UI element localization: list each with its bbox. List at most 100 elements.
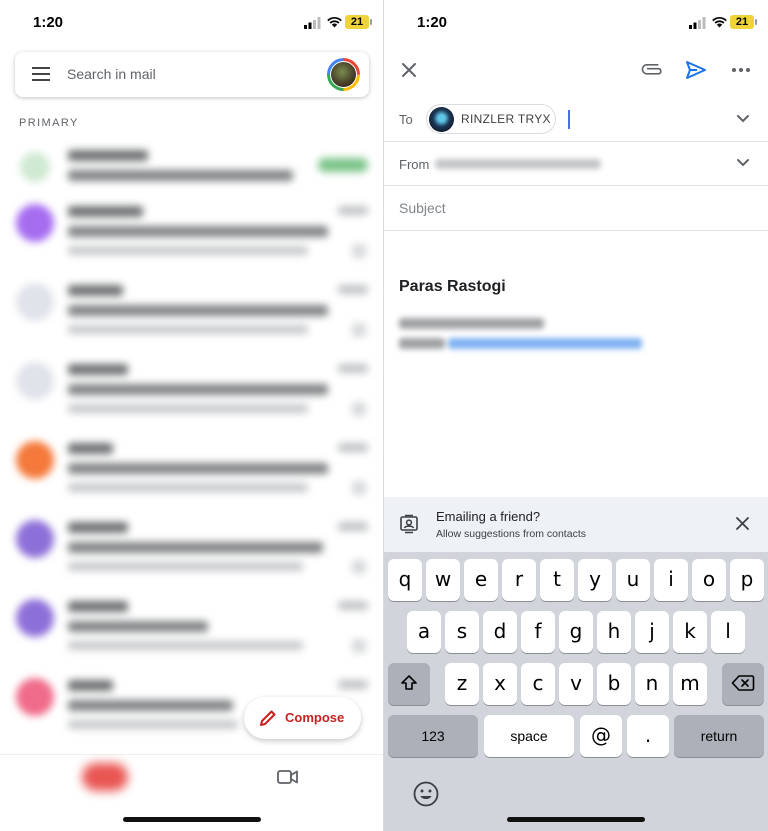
key-z[interactable]: z: [445, 663, 479, 705]
mail-date: [338, 285, 368, 294]
list-item[interactable]: [0, 433, 383, 511]
backspace-icon: [731, 675, 755, 691]
star-icon[interactable]: [352, 639, 366, 653]
snippet-line: [68, 404, 308, 413]
suggestion-title: Emailing a friend?: [436, 509, 541, 524]
snippet-line: [68, 562, 303, 571]
battery-indicator: 21: [730, 15, 757, 29]
shift-key[interactable]: [388, 663, 430, 705]
subject-line: [68, 463, 328, 474]
key-l[interactable]: l: [711, 611, 745, 653]
star-icon[interactable]: [352, 244, 366, 258]
backspace-key[interactable]: [722, 663, 764, 705]
attachment-icon[interactable]: [640, 60, 664, 82]
to-label: To: [399, 112, 413, 127]
chevron-down-icon[interactable]: [736, 158, 750, 168]
list-item[interactable]: [0, 591, 383, 669]
list-item[interactable]: [0, 196, 383, 274]
to-field[interactable]: To RINZLER TRYX: [384, 97, 768, 142]
key-m[interactable]: m: [673, 663, 707, 705]
avatar[interactable]: [327, 58, 360, 91]
key-r[interactable]: r: [502, 559, 536, 601]
emoji-icon[interactable]: [412, 780, 440, 808]
snippet-line: [68, 641, 303, 650]
signal-icon: [689, 17, 706, 29]
more-icon[interactable]: [730, 59, 752, 81]
list-item[interactable]: [0, 354, 383, 432]
space-key[interactable]: space: [484, 715, 574, 757]
subject-line: [68, 305, 328, 316]
compose-screen: 1:20 21 To RINZLER TRYX From Subject Par…: [384, 0, 768, 831]
key-p[interactable]: p: [730, 559, 764, 601]
mail-tag: [318, 158, 368, 172]
key-h[interactable]: h: [597, 611, 631, 653]
mail-icon[interactable]: [82, 763, 128, 791]
key-y[interactable]: y: [578, 559, 612, 601]
snippet-line: [68, 483, 308, 492]
sender-avatar: [20, 152, 50, 182]
keyboard: 123 space @ . return qwertyuiop asdfghjkl…: [384, 552, 768, 831]
key-k[interactable]: k: [673, 611, 707, 653]
key-f[interactable]: f: [521, 611, 555, 653]
return-key[interactable]: return: [674, 715, 764, 757]
compose-toolbar: [384, 50, 768, 92]
list-item[interactable]: [0, 512, 383, 590]
mail-date: [338, 443, 368, 452]
star-icon[interactable]: [352, 323, 366, 337]
sender-line: [68, 601, 128, 612]
chevron-down-icon[interactable]: [736, 114, 750, 124]
recipient-avatar: [429, 107, 454, 132]
from-field[interactable]: From: [384, 142, 768, 186]
key-x[interactable]: x: [483, 663, 517, 705]
wifi-icon: [327, 16, 342, 28]
subject-field[interactable]: Subject: [384, 186, 768, 231]
key-g[interactable]: g: [559, 611, 593, 653]
key-s[interactable]: s: [445, 611, 479, 653]
recipient-chip[interactable]: RINZLER TRYX: [426, 104, 556, 134]
star-icon[interactable]: [352, 402, 366, 416]
key-u[interactable]: u: [616, 559, 650, 601]
period-key[interactable]: .: [627, 715, 669, 757]
contacts-suggestion-banner[interactable]: Emailing a friend? Allow suggestions fro…: [384, 497, 768, 552]
send-icon[interactable]: [684, 58, 708, 82]
sender-avatar: [16, 204, 54, 242]
subject-line: [68, 621, 208, 632]
subject-input[interactable]: Subject: [399, 200, 446, 216]
numbers-key[interactable]: 123: [388, 715, 478, 757]
list-item[interactable]: [0, 275, 383, 353]
search-input[interactable]: Search in mail: [67, 66, 156, 82]
key-j[interactable]: j: [635, 611, 669, 653]
sender-line: [68, 150, 148, 161]
key-w[interactable]: w: [426, 559, 460, 601]
key-b[interactable]: b: [597, 663, 631, 705]
pencil-icon: [260, 710, 276, 726]
key-e[interactable]: e: [464, 559, 498, 601]
star-icon[interactable]: [352, 560, 366, 574]
key-n[interactable]: n: [635, 663, 669, 705]
contacts-icon: [400, 514, 418, 534]
close-icon[interactable]: [398, 59, 420, 81]
search-bar[interactable]: Search in mail: [15, 52, 369, 97]
close-icon[interactable]: [735, 516, 750, 531]
from-address-redacted: [435, 159, 601, 169]
key-t[interactable]: t: [540, 559, 574, 601]
key-o[interactable]: o: [692, 559, 726, 601]
compose-button[interactable]: Compose: [244, 697, 361, 739]
sender-avatar: [16, 678, 54, 716]
shift-icon: [401, 675, 417, 690]
signature-email-label-redacted: [399, 338, 445, 349]
video-icon[interactable]: [277, 769, 299, 785]
key-d[interactable]: d: [483, 611, 517, 653]
key-i[interactable]: i: [654, 559, 688, 601]
menu-icon[interactable]: [32, 67, 50, 81]
key-c[interactable]: c: [521, 663, 555, 705]
key-v[interactable]: v: [559, 663, 593, 705]
signature-name: Paras Rastogi: [399, 278, 506, 295]
star-icon[interactable]: [352, 481, 366, 495]
sender-avatar: [16, 362, 54, 400]
sender-line: [68, 522, 128, 533]
mail-date: [338, 680, 368, 689]
key-a[interactable]: a: [407, 611, 441, 653]
key-q[interactable]: q: [388, 559, 422, 601]
at-key[interactable]: @: [580, 715, 622, 757]
